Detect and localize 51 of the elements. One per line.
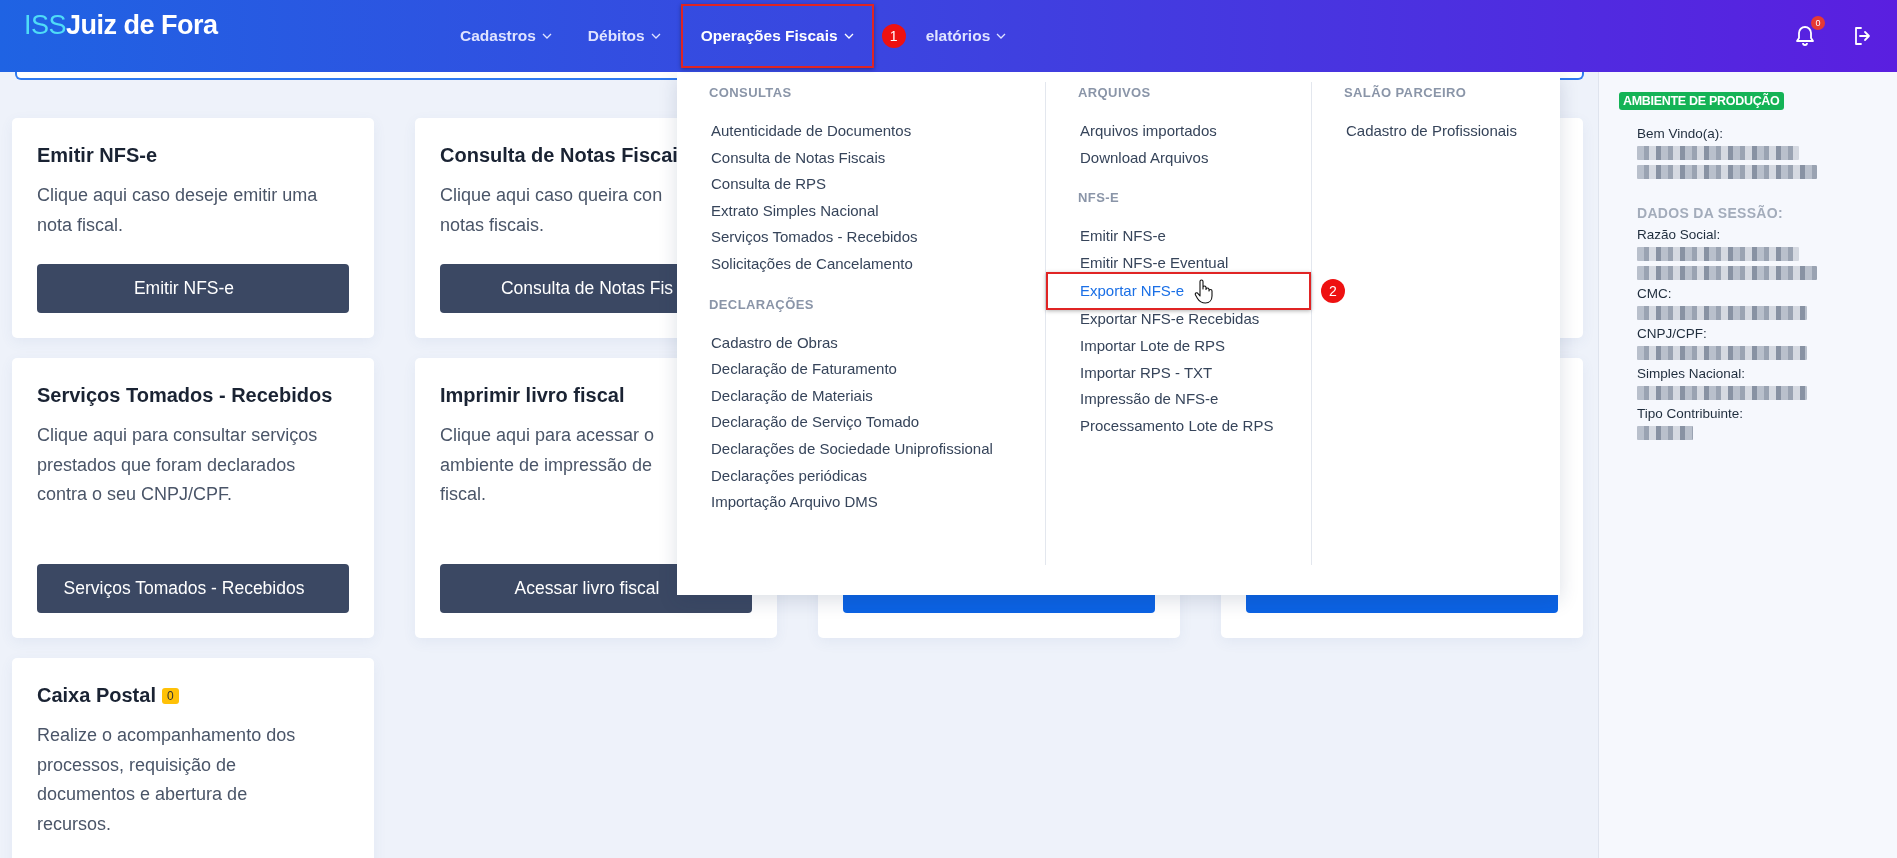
field-label: CNPJ/CPF:: [1637, 326, 1707, 341]
environment-badge: AMBIENTE DE PRODUÇÃO: [1619, 92, 1784, 110]
card-description: nota fiscal.: [37, 213, 124, 237]
notification-count: 0: [1811, 16, 1825, 30]
card-button[interactable]: Emitir NFS-e: [37, 264, 349, 313]
card-description: prestados que foram declarados: [37, 453, 296, 477]
card-description: recursos.: [37, 812, 112, 836]
annotation-marker: 1: [881, 24, 906, 48]
nav-menu-item[interactable]: Débitos: [571, 4, 677, 68]
field-label: Tipo Contribuinte:: [1637, 406, 1744, 421]
redacted-text: [1637, 426, 1693, 440]
annotation-marker: 2: [1321, 279, 1345, 304]
card-description: fiscal.: [440, 483, 486, 506]
count-badge: 0: [161, 687, 179, 704]
card-button[interactable]: Serviços Tomados - Recebidos: [37, 564, 349, 613]
menu-section-heading: CONSULTAS: [708, 84, 793, 102]
hand-cursor-icon: [1194, 278, 1215, 305]
menu-section-heading: SALÃO PARCEIRO: [1343, 84, 1468, 102]
chevron-down-icon: [541, 33, 552, 39]
card-title: Emitir NFS-e: [37, 144, 158, 167]
card-title: Imprimir livro fiscal: [440, 384, 625, 407]
field-label: Razão Social:: [1637, 227, 1721, 242]
field-label: CMC:: [1637, 286, 1672, 301]
nav-menu-item[interactable]: elatórios: [909, 4, 1023, 68]
card-description: ambiente de impressão de: [440, 453, 653, 477]
section-title: DADOS DA SESSÃO:: [1636, 205, 1783, 221]
field-label: Simples Nacional:: [1637, 366, 1746, 381]
card-description: Clique aqui para consultar serviços: [37, 424, 318, 447]
menu-section-heading: ARQUIVOS: [1077, 84, 1152, 102]
notification-bell-icon[interactable]: [1793, 24, 1817, 48]
card-title: Consulta de Notas Fiscai: [440, 144, 678, 167]
chevron-down-icon: [996, 33, 1007, 39]
chevron-down-icon: [843, 33, 854, 39]
card-description: Realize o acompanhamento dos: [37, 724, 296, 747]
field-label: Bem Vindo(a):: [1637, 126, 1724, 141]
card-description: Clique aqui caso deseje emitir uma: [37, 184, 318, 207]
chevron-down-icon: [650, 33, 661, 39]
nav-menu-item[interactable]: Cadastros: [444, 4, 568, 68]
menu-section-heading: NFS-E: [1077, 189, 1120, 208]
card-description: contra o seu CNPJ/CPF.: [37, 483, 233, 506]
card-description: processos, requisição de: [37, 753, 237, 777]
card-description: Clique aqui para acessar o: [440, 424, 655, 447]
card-description: notas fiscais.: [440, 213, 545, 237]
card-description: documentos e abertura de: [37, 783, 248, 806]
card-title: Serviços Tomados - Recebidos: [37, 384, 333, 407]
card-title: Caixa Postal: [37, 684, 156, 707]
logo[interactable]: ISSJuiz de Fora: [24, 10, 424, 41]
menu-item[interactable]: Cadastro de Profissionais: [1312, 116, 1560, 147]
nav-menu-item[interactable]: Operações Fiscais: [680, 4, 874, 68]
card-description: Clique aqui caso queira con: [440, 184, 663, 207]
menu-item[interactable]: Exportar NFS-e: [1046, 272, 1311, 311]
